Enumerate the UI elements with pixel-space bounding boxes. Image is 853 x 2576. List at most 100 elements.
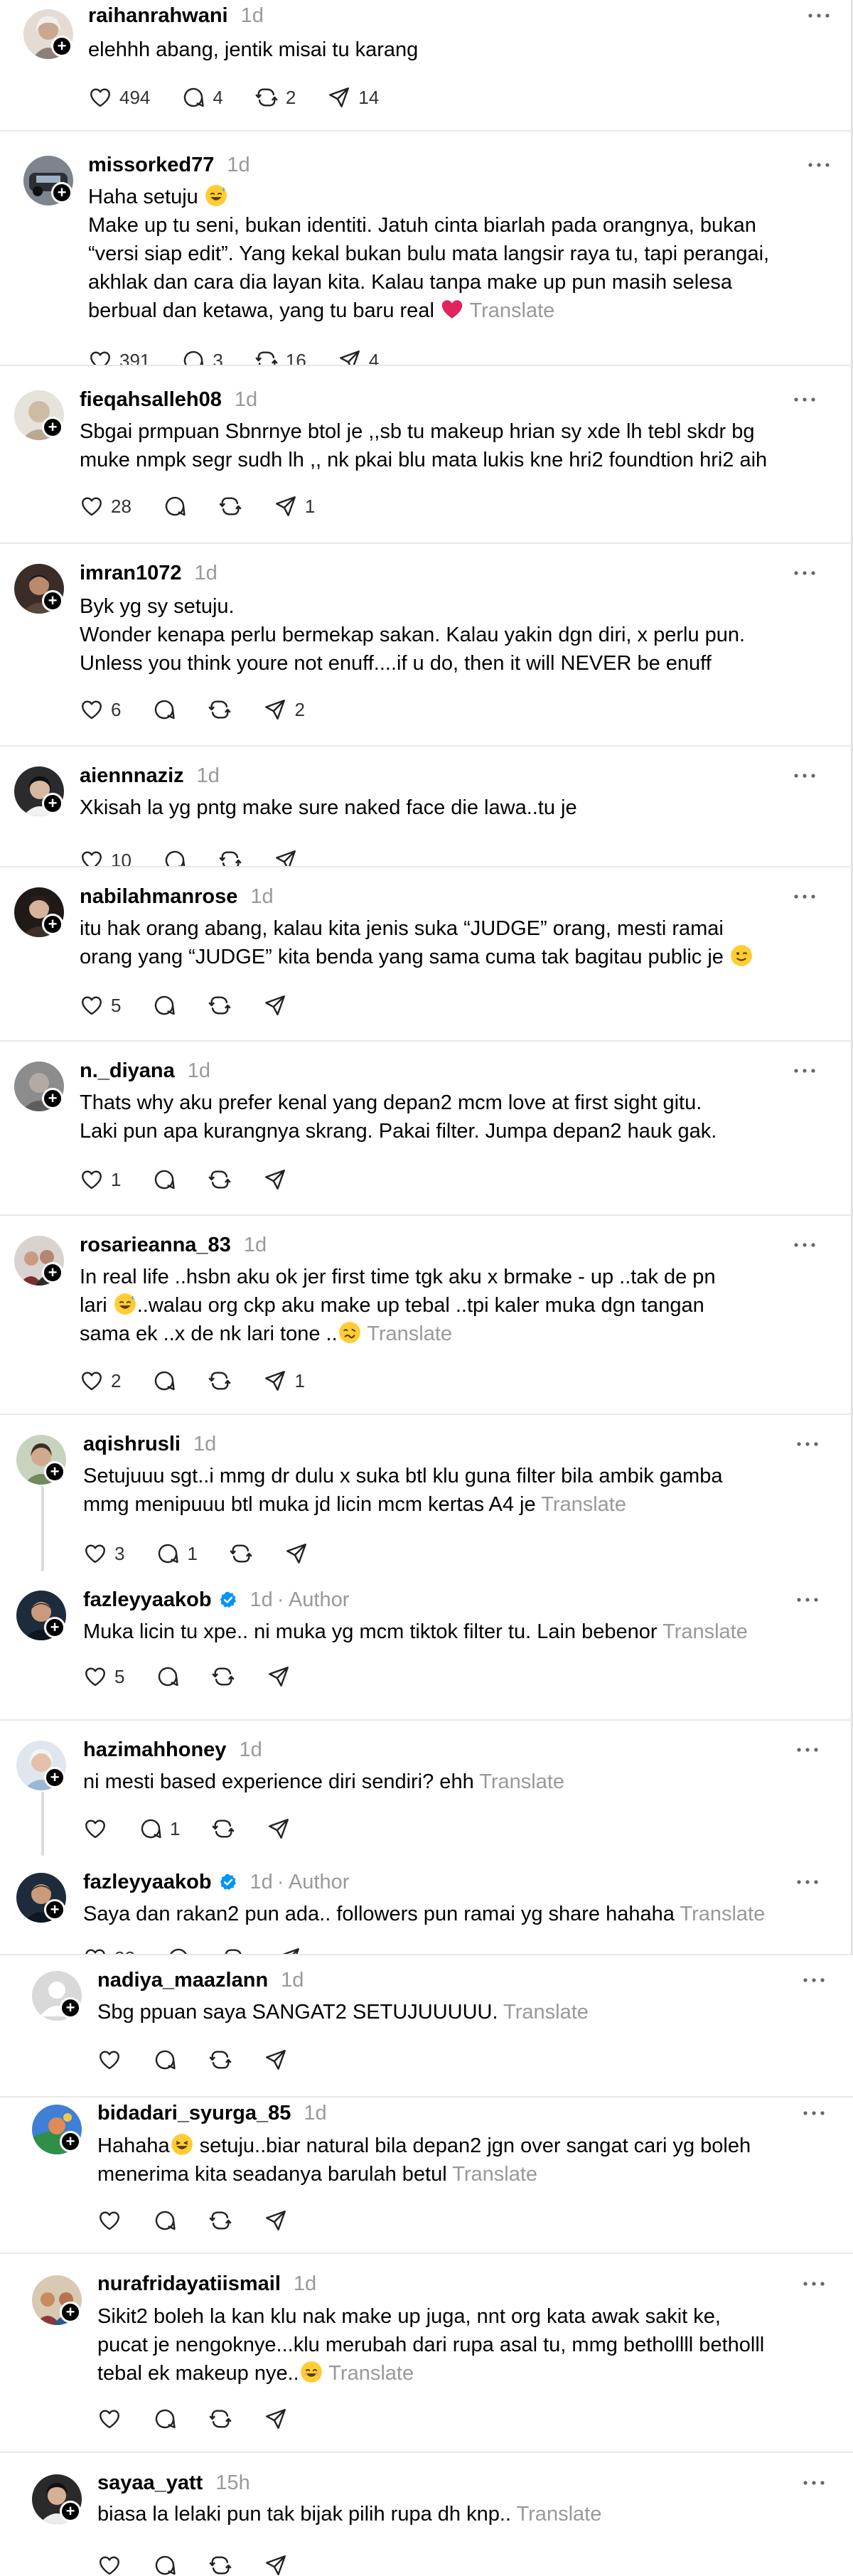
- repost-button[interactable]: [208, 1369, 232, 1393]
- translate-link[interactable]: Translate: [479, 1770, 564, 1793]
- follow-plus-icon[interactable]: +: [44, 1617, 65, 1638]
- repost-button[interactable]: [229, 1541, 253, 1566]
- follow-plus-icon[interactable]: +: [42, 417, 63, 438]
- translate-link[interactable]: Translate: [541, 1493, 626, 1516]
- more-options-icon[interactable]: [805, 9, 833, 23]
- translate-link[interactable]: Translate: [452, 2163, 537, 2186]
- translate-link[interactable]: Translate: [503, 2001, 589, 2024]
- share-button[interactable]: 14: [327, 85, 379, 109]
- follow-plus-icon[interactable]: +: [60, 2501, 81, 2522]
- more-options-icon[interactable]: [790, 566, 819, 580]
- share-button[interactable]: 1: [263, 1369, 305, 1393]
- share-button[interactable]: 4: [338, 348, 379, 365]
- share-button[interactable]: [267, 1664, 291, 1689]
- username[interactable]: imran1072: [80, 562, 182, 585]
- repost-button[interactable]: [208, 1167, 232, 1192]
- share-button[interactable]: [267, 1817, 291, 1841]
- share-button[interactable]: [264, 2407, 288, 2431]
- repost-button[interactable]: [208, 2553, 232, 2576]
- follow-plus-icon[interactable]: +: [51, 36, 73, 57]
- like-button[interactable]: [83, 1817, 107, 1841]
- username[interactable]: missorked77: [88, 154, 214, 177]
- username[interactable]: nabilahmanrose: [80, 885, 237, 909]
- reply-button[interactable]: [163, 848, 187, 867]
- share-button[interactable]: 1: [274, 494, 315, 518]
- share-button[interactable]: [284, 1541, 309, 1566]
- share-button[interactable]: [274, 848, 298, 867]
- repost-button[interactable]: [222, 1946, 246, 1955]
- more-options-icon[interactable]: [800, 2277, 828, 2291]
- more-options-icon[interactable]: [800, 2476, 828, 2490]
- username[interactable]: nadiya_maazlann: [97, 1969, 268, 1992]
- share-button[interactable]: [264, 2208, 288, 2233]
- username[interactable]: sayaa_yatt: [97, 2471, 203, 2495]
- more-options-icon[interactable]: [800, 1973, 828, 1987]
- more-options-icon[interactable]: [790, 1238, 819, 1252]
- repost-button[interactable]: [208, 2048, 232, 2072]
- share-button[interactable]: [263, 1167, 287, 1192]
- like-button[interactable]: 494: [88, 85, 150, 109]
- follow-plus-icon[interactable]: +: [42, 1088, 63, 1109]
- repost-button[interactable]: [208, 2208, 232, 2233]
- reply-button[interactable]: [166, 1946, 191, 1955]
- follow-plus-icon[interactable]: +: [60, 2131, 81, 2152]
- follow-plus-icon[interactable]: +: [60, 2302, 81, 2323]
- repost-button[interactable]: [208, 698, 232, 722]
- reply-button[interactable]: [152, 993, 176, 1017]
- username[interactable]: n._diyana: [80, 1059, 175, 1083]
- like-button[interactable]: 10: [80, 848, 132, 866]
- reply-button[interactable]: [153, 2553, 177, 2576]
- more-options-icon[interactable]: [790, 889, 819, 904]
- reply-button[interactable]: [153, 2208, 177, 2233]
- more-options-icon[interactable]: [790, 392, 819, 407]
- follow-plus-icon[interactable]: +: [44, 1899, 65, 1920]
- like-button[interactable]: 1: [80, 1167, 121, 1192]
- translate-link[interactable]: Translate: [367, 1322, 452, 1345]
- share-button[interactable]: [277, 1946, 301, 1955]
- repost-button[interactable]: [218, 494, 242, 518]
- like-button[interactable]: [97, 2407, 122, 2431]
- more-options-icon[interactable]: [800, 2106, 828, 2120]
- follow-plus-icon[interactable]: +: [51, 182, 73, 203]
- reply-button[interactable]: 1: [139, 1817, 180, 1841]
- translate-link[interactable]: Translate: [680, 1903, 765, 1925]
- reply-button[interactable]: [152, 698, 176, 722]
- reply-button[interactable]: [163, 494, 187, 518]
- reply-button[interactable]: [153, 2048, 177, 2072]
- like-button[interactable]: 3: [83, 1541, 124, 1566]
- like-button[interactable]: 5: [83, 1664, 124, 1689]
- follow-plus-icon[interactable]: +: [42, 793, 63, 814]
- username[interactable]: fieqahsalleh08: [80, 388, 222, 412]
- share-button[interactable]: [264, 2553, 288, 2576]
- repost-button[interactable]: [211, 1664, 235, 1689]
- username[interactable]: fazleyyaakob: [83, 1588, 212, 1612]
- more-options-icon[interactable]: [793, 1743, 822, 1757]
- reply-button[interactable]: 4: [181, 85, 223, 109]
- reply-button[interactable]: 3: [181, 348, 223, 365]
- follow-plus-icon[interactable]: +: [60, 1997, 81, 2019]
- like-button[interactable]: [97, 2553, 122, 2576]
- translate-link[interactable]: Translate: [662, 1620, 748, 1643]
- follow-plus-icon[interactable]: +: [42, 590, 63, 611]
- like-button[interactable]: 5: [80, 993, 121, 1017]
- more-options-icon[interactable]: [805, 158, 833, 172]
- like-button[interactable]: 391: [88, 348, 150, 365]
- reply-button[interactable]: [153, 2407, 177, 2431]
- reply-button[interactable]: [152, 1167, 176, 1192]
- follow-plus-icon[interactable]: +: [44, 1461, 65, 1482]
- follow-plus-icon[interactable]: +: [44, 1767, 65, 1788]
- repost-button[interactable]: [208, 2407, 232, 2431]
- share-button[interactable]: [263, 993, 287, 1017]
- share-button[interactable]: 2: [263, 698, 305, 722]
- repost-button[interactable]: [211, 1817, 235, 1841]
- like-button[interactable]: 6: [80, 698, 121, 722]
- more-options-icon[interactable]: [793, 1875, 822, 1889]
- reply-button[interactable]: [156, 1664, 180, 1689]
- follow-plus-icon[interactable]: +: [42, 1262, 63, 1283]
- username[interactable]: hazimahhoney: [83, 1738, 226, 1762]
- like-button[interactable]: 2: [80, 1369, 121, 1393]
- more-options-icon[interactable]: [790, 1064, 819, 1078]
- like-button[interactable]: [97, 2048, 122, 2072]
- username[interactable]: nurafridayatiismail: [97, 2272, 281, 2296]
- translate-link[interactable]: Translate: [328, 2362, 414, 2385]
